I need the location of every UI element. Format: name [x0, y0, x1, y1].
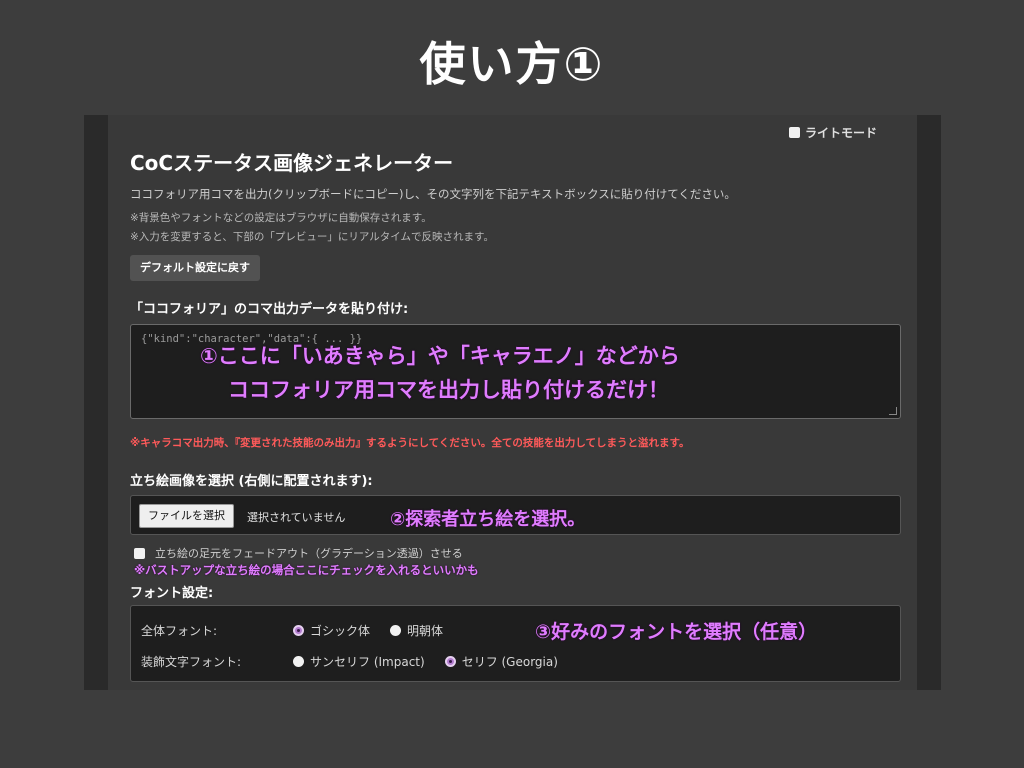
option-label: 明朝体	[407, 624, 444, 638]
paste-label: 「ココフォリア」のコマ出力データを貼り付け:	[130, 302, 409, 317]
light-mode-toggle[interactable]: ライトモード	[788, 124, 877, 141]
reset-defaults-button[interactable]: デフォルト設定に戻す	[130, 255, 260, 281]
light-mode-label: ライトモード	[804, 126, 877, 140]
option-label: サンセリフ (Impact)	[310, 655, 425, 669]
choose-file-button[interactable]: ファイルを選択	[139, 504, 234, 528]
resize-grip-icon[interactable]	[889, 407, 897, 415]
radio-selected-icon[interactable]	[293, 625, 304, 636]
fade-option[interactable]: 立ち絵の足元をフェードアウト（グラデーション透過）させる	[134, 545, 463, 561]
annotation-step2: ②探索者立ち絵を選択。	[390, 509, 586, 530]
annotation-fade-hint: ※バストアップな立ち絵の場合ここにチェックを入れるといいかも	[134, 563, 479, 577]
option-label: ゴシック体	[310, 624, 371, 638]
image-label: 立ち絵画像を選択 (右側に配置されます):	[130, 474, 373, 489]
deco-font-option-serif[interactable]: セリフ (Georgia)	[444, 653, 558, 670]
paste-textarea[interactable]: {"kind":"character","data":{ ... }}	[130, 324, 901, 419]
radio-icon[interactable]	[390, 625, 402, 636]
file-status: 選択されていません	[247, 511, 346, 524]
body-font-row: 全体フォント: ゴシック体 明朝体	[141, 622, 463, 639]
slide-title: 使い方①	[419, 37, 605, 91]
body-font-option-gothic[interactable]: ゴシック体	[293, 622, 370, 639]
fade-checkbox[interactable]	[134, 547, 145, 559]
radio-icon[interactable]	[293, 656, 304, 667]
deco-font-option-sans[interactable]: サンセリフ (Impact)	[293, 653, 425, 670]
annotation-step1-line1: ①ここに「いあきゃら」や「キャラエノ」などから	[200, 344, 680, 368]
body-font-label: 全体フォント:	[141, 624, 218, 638]
note-autosave: ※背景色やフォントなどの設定はブラウザに自動保存されます。	[130, 212, 432, 224]
deco-font-row: 装飾文字フォント: サンセリフ (Impact) セリフ (Georgia)	[141, 653, 578, 670]
warning-text: ※キャラコマ出力時、『変更された技能のみ出力』するようにしてください。全ての技能…	[130, 437, 690, 449]
deco-font-label: 装飾文字フォント:	[141, 655, 242, 669]
annotation-step3: ③好みのフォントを選択（任意）	[535, 621, 818, 643]
annotation-step1-line2: ココフォリア用コマを出力し貼り付けるだけ！	[228, 378, 669, 402]
body-font-option-mincho[interactable]: 明朝体	[390, 622, 443, 639]
font-label: フォント設定:	[130, 586, 214, 601]
app-title: CoCステータス画像ジェネレーター	[130, 151, 454, 175]
radio-selected-icon[interactable]	[444, 656, 456, 667]
note-preview: ※入力を変更すると、下部の「プレビュー」にリアルタイムで反映されます。	[130, 231, 495, 243]
option-label: セリフ (Georgia)	[461, 655, 558, 669]
fade-label: 立ち絵の足元をフェードアウト（グラデーション透過）させる	[155, 547, 463, 560]
light-mode-checkbox[interactable]	[788, 127, 800, 138]
description: ココフォリア用コマを出力(クリップボードにコピー)し、その文字列を下記テキストボ…	[130, 187, 736, 201]
